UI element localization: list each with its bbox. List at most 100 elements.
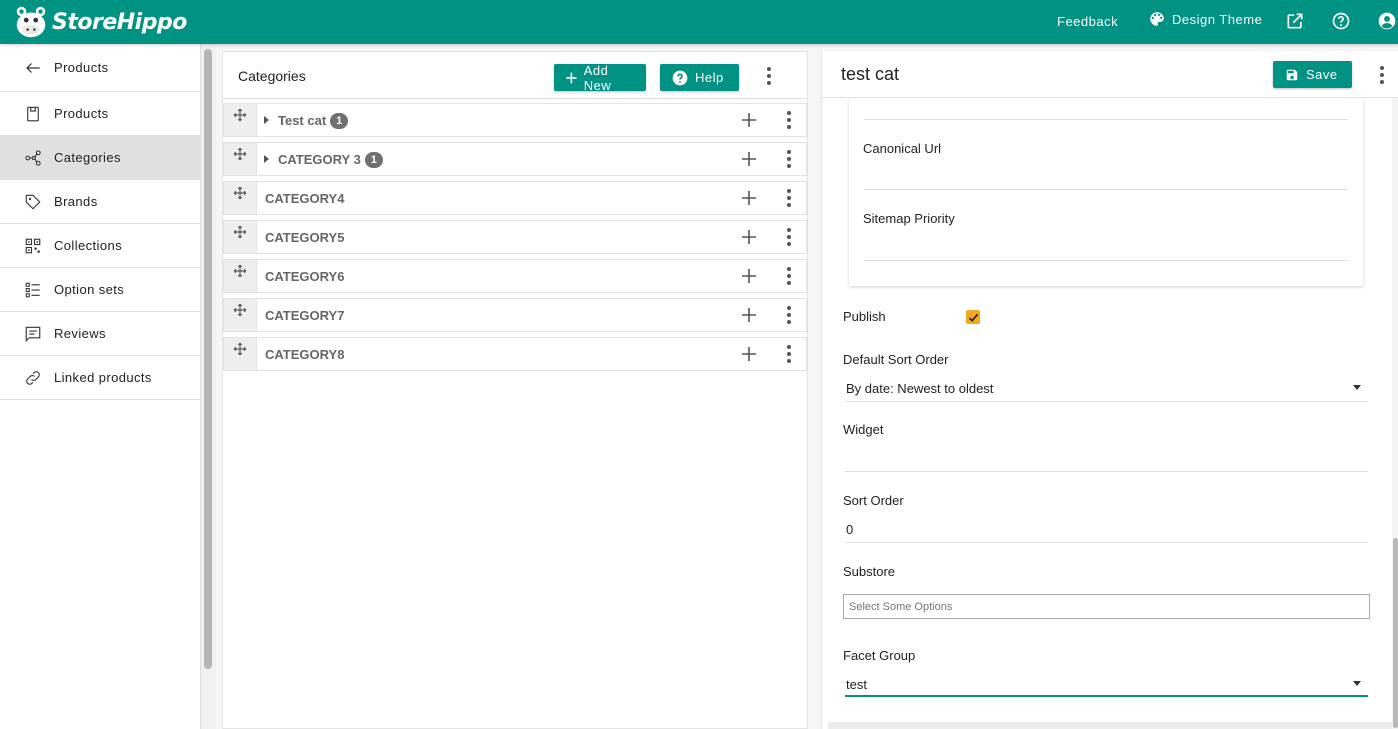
category-more-menu[interactable]: [779, 264, 799, 288]
hippo-mascot-icon: [16, 6, 46, 38]
move-icon: [233, 108, 247, 122]
facet-group-label: Facet Group: [843, 648, 916, 663]
sidebar-item-option-sets[interactable]: Option sets: [0, 268, 200, 312]
sidebar-item-collections[interactable]: Collections: [0, 224, 200, 268]
dropdown-arrow-icon[interactable]: [1353, 385, 1361, 390]
help-button[interactable]: Help: [660, 64, 739, 91]
drag-handle[interactable]: [224, 104, 257, 136]
category-more-menu[interactable]: [779, 108, 799, 132]
sidebar-scroll-thumb[interactable]: [204, 49, 212, 669]
category-name[interactable]: CATEGORY6: [265, 269, 344, 284]
category-row[interactable]: CATEGORY 31: [223, 142, 807, 176]
field-underline: [845, 542, 1368, 543]
add-subcategory-icon[interactable]: [740, 111, 758, 129]
sort-order-input[interactable]: 0: [846, 522, 853, 537]
category-more-menu[interactable]: [779, 342, 799, 366]
substore-multiselect[interactable]: [843, 594, 1370, 619]
category-row[interactable]: CATEGORY4: [223, 181, 807, 215]
sidebar-scrollbar[interactable]: [200, 44, 216, 729]
publish-checkbox[interactable]: [966, 310, 980, 324]
category-more-menu[interactable]: [779, 225, 799, 249]
tag-icon: [25, 194, 41, 210]
feedback-label: Feedback: [1057, 14, 1119, 29]
sidebar-item-linked-products[interactable]: Linked products: [0, 356, 200, 400]
palette-icon: [1150, 12, 1164, 26]
sidebar-item-reviews[interactable]: Reviews: [0, 312, 200, 356]
sitemap-priority-label: Sitemap Priority: [863, 211, 955, 226]
add-subcategory-icon[interactable]: [740, 306, 758, 324]
drag-handle[interactable]: [224, 143, 257, 175]
expand-caret-icon[interactable]: [264, 116, 269, 124]
sort-order-label: Sort Order: [843, 493, 904, 508]
category-name[interactable]: CATEGORY 31: [278, 152, 383, 168]
arrow-left-icon: [26, 62, 40, 73]
field-underline-focused: [845, 695, 1368, 697]
category-name[interactable]: Test cat 1: [278, 113, 349, 129]
category-row[interactable]: CATEGORY5: [223, 220, 807, 254]
plus-icon: [566, 72, 577, 83]
add-subcategory-icon[interactable]: [740, 345, 758, 363]
drag-handle[interactable]: [224, 299, 257, 331]
seo-card: Canonical Url Sitemap Priority: [849, 98, 1363, 286]
save-label: Save: [1306, 67, 1338, 82]
brand-name: StoreHippo: [52, 9, 187, 35]
open-store-button[interactable]: [1285, 11, 1305, 31]
detail-scroll-thumb[interactable]: [1393, 538, 1398, 728]
drag-handle[interactable]: [224, 221, 257, 253]
sidebar-item-products[interactable]: Products: [0, 92, 200, 136]
add-new-button[interactable]: Add New: [554, 63, 646, 93]
categories-panel: Categories Add New Help Test cat 1 CATEGO…: [222, 51, 808, 729]
categories-more-menu[interactable]: [759, 64, 779, 88]
question-circle-icon: [672, 70, 688, 85]
categories-title: Categories: [238, 68, 306, 84]
add-subcategory-icon[interactable]: [740, 267, 758, 285]
detail-header: test cat Save: [822, 51, 1398, 98]
sitemap-priority-input[interactable]: [864, 260, 1348, 261]
add-subcategory-icon[interactable]: [740, 189, 758, 207]
category-row[interactable]: CATEGORY8: [223, 337, 807, 371]
category-more-menu[interactable]: [779, 186, 799, 210]
default-sort-order-select[interactable]: By date: Newest to oldest: [846, 381, 993, 396]
floppy-disk-icon: [1286, 69, 1298, 80]
canonical-url-label: Canonical Url: [863, 141, 942, 156]
category-row[interactable]: Test cat 1: [223, 103, 807, 137]
save-button[interactable]: Save: [1273, 61, 1352, 88]
drag-handle[interactable]: [224, 260, 257, 292]
category-name[interactable]: CATEGORY8: [265, 347, 344, 362]
canonical-url-input[interactable]: [864, 189, 1348, 190]
add-subcategory-icon[interactable]: [740, 228, 758, 246]
sidebar-item-categories[interactable]: Categories: [0, 136, 200, 180]
category-name[interactable]: CATEGORY5: [265, 230, 344, 245]
dropdown-arrow-icon[interactable]: [1353, 681, 1361, 686]
sidebar-back-products[interactable]: Products: [0, 44, 200, 92]
drag-handle[interactable]: [224, 182, 257, 214]
category-detail-panel: Canonical Url Sitemap Priority Publish D…: [821, 51, 1398, 729]
move-icon: [233, 303, 247, 317]
sidebar-item-label: Option sets: [54, 282, 125, 297]
child-count-badge: 1: [330, 113, 349, 129]
sidebar-back-label: Products: [54, 60, 109, 75]
category-more-menu[interactable]: [779, 147, 799, 171]
category-name[interactable]: CATEGORY7: [265, 308, 344, 323]
category-row[interactable]: CATEGORY7: [223, 298, 807, 332]
help-button[interactable]: [1331, 11, 1351, 31]
feedback-link[interactable]: Feedback: [1057, 14, 1118, 29]
publish-label: Publish: [843, 309, 886, 324]
widget-input[interactable]: [845, 471, 1368, 472]
drag-handle[interactable]: [224, 338, 257, 370]
facet-group-select[interactable]: test: [846, 677, 867, 692]
default-sort-order-label: Default Sort Order: [843, 352, 949, 367]
user-account-button[interactable]: [1377, 11, 1397, 31]
help-label: Help: [695, 70, 724, 85]
detail-more-menu[interactable]: [1372, 63, 1392, 87]
detail-scrollbar[interactable]: [1392, 98, 1398, 729]
storehippo-logo[interactable]: StoreHippo: [12, 2, 187, 42]
category-row[interactable]: CATEGORY6: [223, 259, 807, 293]
category-more-menu[interactable]: [779, 303, 799, 327]
expand-caret-icon[interactable]: [264, 155, 269, 163]
category-name[interactable]: CATEGORY4: [265, 191, 344, 206]
design-theme-link[interactable]: Design Theme: [1148, 10, 1262, 28]
sidebar-item-brands[interactable]: Brands: [0, 180, 200, 224]
add-subcategory-icon[interactable]: [740, 150, 758, 168]
sidebar-item-label: Linked products: [54, 370, 152, 385]
